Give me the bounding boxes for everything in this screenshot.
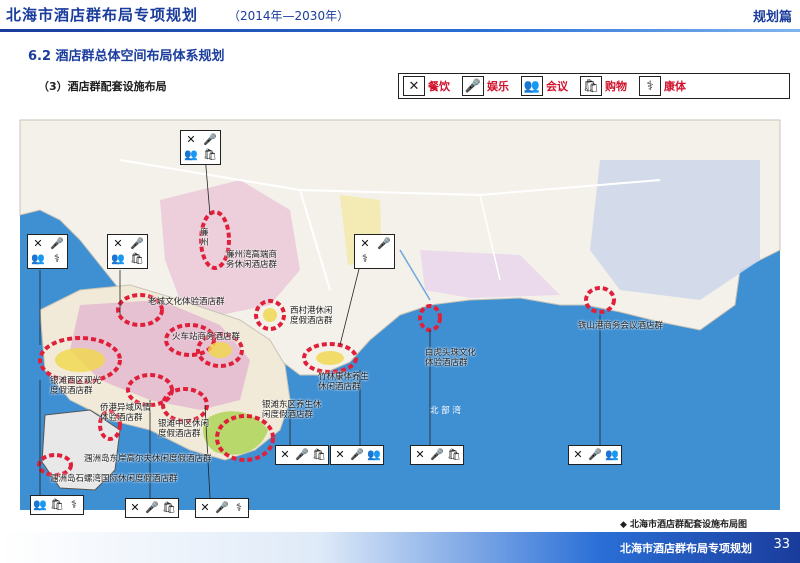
microphone-icon: 🎤 bbox=[462, 76, 484, 96]
legend-item-dining: ✕ 餐饮 bbox=[403, 76, 456, 96]
microphone-icon: 🎤 bbox=[130, 237, 144, 250]
footer-title: 北海市酒店群布局专项规划 bbox=[620, 542, 752, 555]
meeting-icon: 👥 bbox=[184, 148, 198, 161]
cluster-facility-box: ✕ 🎤 👥 🛍 bbox=[107, 234, 148, 269]
microphone-icon: 🎤 bbox=[430, 448, 444, 461]
sub-title: （3）酒店群配套设施布局 bbox=[38, 80, 167, 93]
cluster-core bbox=[263, 308, 277, 322]
label-yintan-mid: 银滩中区休闲 度假酒店群 bbox=[158, 419, 210, 439]
shopping-icon: 🛍 bbox=[130, 252, 144, 265]
fitness-icon: ⚕ bbox=[71, 498, 77, 511]
cluster-facility-box: ✕ 🎤 👥 bbox=[568, 445, 622, 465]
label-yintan-east: 银滩东区养生休 闲度假酒店群 bbox=[262, 400, 322, 420]
fitness-icon: ⚕ bbox=[54, 252, 60, 265]
utensils-icon: ✕ bbox=[130, 501, 140, 514]
legend-item-shopping: 🛍 购物 bbox=[580, 76, 633, 96]
utensils-icon: ✕ bbox=[335, 448, 345, 461]
utensils-icon: ✕ bbox=[280, 448, 290, 461]
cluster-facility-box: ✕ 🎤 ⚕ bbox=[195, 498, 249, 518]
cluster-facility-box: ✕ 🎤 👥 bbox=[330, 445, 384, 465]
section-title: 6.2 酒店群总体空间布局体系规划 bbox=[28, 49, 225, 64]
facility-legend: ✕ 餐饮 🎤 娱乐 👥 会议 🛍 购物 ⚕ 康体 bbox=[398, 73, 790, 99]
legend-label: 娱乐 bbox=[487, 80, 509, 93]
utensils-icon: ✕ bbox=[33, 237, 43, 250]
label-xicun: 西村港休闲 度假酒店群 bbox=[290, 306, 333, 326]
fitness-icon: ⚕ bbox=[236, 501, 242, 514]
label-baihu: 白虎头珠文化 体验酒店群 bbox=[425, 348, 477, 368]
utensils-icon: ✕ bbox=[403, 76, 425, 96]
microphone-icon: 🎤 bbox=[145, 501, 159, 514]
utensils-icon: ✕ bbox=[200, 501, 210, 514]
meeting-icon: 👥 bbox=[521, 76, 543, 96]
label-tieshan: 铁山港商务会议酒店群 bbox=[578, 321, 664, 331]
utensils-icon: ✕ bbox=[415, 448, 425, 461]
meeting-icon: 👥 bbox=[111, 252, 125, 265]
shopping-icon: 🛍 bbox=[580, 76, 602, 96]
legend-label: 购物 bbox=[605, 80, 627, 93]
utensils-icon: ✕ bbox=[186, 133, 196, 146]
cluster-facility-box: ✕ 🎤 👥 ⚕ bbox=[27, 234, 68, 269]
legend-label: 餐饮 bbox=[428, 80, 450, 93]
cluster-core bbox=[208, 342, 232, 358]
fitness-icon: ⚕ bbox=[639, 76, 661, 96]
header-rule bbox=[0, 29, 800, 32]
meeting-icon: 👥 bbox=[605, 448, 619, 461]
shopping-icon: 🛍 bbox=[50, 498, 64, 511]
meeting-icon: 👥 bbox=[31, 252, 45, 265]
microphone-icon: 🎤 bbox=[588, 448, 602, 461]
legend-label: 会议 bbox=[546, 80, 568, 93]
fitness-icon: ⚕ bbox=[362, 252, 368, 265]
microphone-icon: 🎤 bbox=[50, 237, 64, 250]
legend-item-entertainment: 🎤 娱乐 bbox=[462, 76, 515, 96]
layout-map: ✕ 🎤 👥 🛍 ✕ 🎤 👥 ⚕ ✕ 🎤 👥 🛍 ✕ 🎤 ⚕ ✕ 🎤 🛍 ✕ 🎤 … bbox=[0, 100, 800, 520]
label-weizhou-shi: 涠洲岛石螺湾国际休闲度假酒店群 bbox=[50, 474, 178, 484]
label-lianzhou-river: 廉 州 bbox=[200, 228, 209, 248]
cluster-facility-box: ✕ 🎤 🛍 bbox=[410, 445, 464, 465]
doc-years: （2014年—2030年） bbox=[228, 9, 350, 23]
label-zhuwei: 竹林康体养生 休闲酒店群 bbox=[318, 372, 370, 392]
legend-item-fitness: ⚕ 康体 bbox=[639, 76, 692, 96]
map-caption: ◆ 北海市酒店群配套设施布局图 bbox=[620, 520, 748, 530]
cluster-core bbox=[55, 348, 105, 372]
label-huochezhan: 火车站商务酒店群 bbox=[172, 332, 241, 342]
cluster-facility-box: ✕ 🎤 🛍 bbox=[275, 445, 329, 465]
shopping-icon: 🛍 bbox=[312, 448, 326, 461]
meeting-icon: 👥 bbox=[367, 448, 381, 461]
shopping-icon: 🛍 bbox=[203, 148, 217, 161]
chapter-tag: 规划篇 bbox=[752, 10, 792, 25]
label-lianzhou: 廉州湾高端商 务休闲酒店群 bbox=[226, 250, 278, 270]
label-laocheng: 老城文化体验酒店群 bbox=[148, 297, 225, 307]
cluster-core bbox=[316, 351, 344, 365]
label-qiaogang: 侨港异域风情 体验酒店群 bbox=[100, 403, 152, 423]
microphone-icon: 🎤 bbox=[350, 448, 364, 461]
microphone-icon: 🎤 bbox=[377, 237, 391, 250]
meeting-icon: 👥 bbox=[33, 498, 47, 511]
label-weizhou-east: 涠洲岛东岸高尔夫休闲度假酒店群 bbox=[84, 454, 212, 464]
label-beibu-gulf: 北 部 湾 bbox=[430, 406, 461, 416]
legend-label: 康体 bbox=[664, 80, 686, 93]
utensils-icon: ✕ bbox=[573, 448, 583, 461]
microphone-icon: 🎤 bbox=[295, 448, 309, 461]
page-number: 33 bbox=[773, 537, 790, 552]
cluster-facility-box: ✕ 🎤 🛍 bbox=[125, 498, 179, 518]
header-bar: 北海市酒店群布局专项规划 （2014年—2030年） 规划篇 bbox=[0, 0, 800, 30]
microphone-icon: 🎤 bbox=[215, 501, 229, 514]
legend-item-meeting: 👥 会议 bbox=[521, 76, 574, 96]
utensils-icon: ✕ bbox=[113, 237, 123, 250]
label-yintan-west: 银滩西区观光 度假酒店群 bbox=[50, 376, 102, 396]
doc-title: 北海市酒店群布局专项规划 bbox=[6, 6, 199, 24]
microphone-icon: 🎤 bbox=[203, 133, 217, 146]
shopping-icon: 🛍 bbox=[447, 448, 461, 461]
utensils-icon: ✕ bbox=[360, 237, 370, 250]
shopping-icon: 🛍 bbox=[162, 501, 176, 514]
cluster-facility-box: ✕ 🎤 ⚕ bbox=[354, 234, 395, 269]
cluster-facility-box: 👥 🛍 ⚕ bbox=[30, 495, 84, 515]
cluster-facility-box: ✕ 🎤 👥 🛍 bbox=[180, 130, 221, 165]
